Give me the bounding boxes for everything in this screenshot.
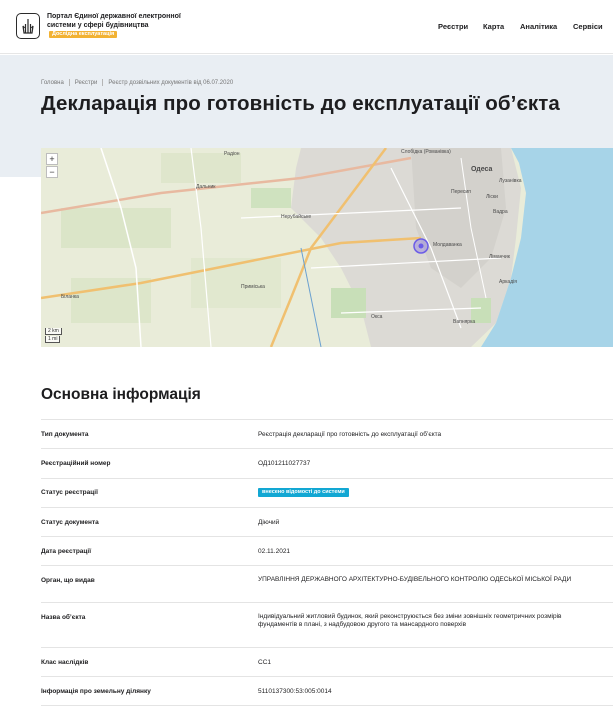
map-scale-km: 2 km [45, 328, 62, 335]
zoom-in-button[interactable]: + [46, 153, 58, 165]
info-row-registration-status: Статус реєстрації внесено відомості до с… [41, 478, 613, 507]
map-view[interactable]: Одеса Слобідка (Романівка) Лузанівка Пер… [41, 148, 613, 347]
row-value: Діючий [258, 519, 280, 526]
breadcrumb-home[interactable]: Головна [41, 80, 64, 86]
row-value: СС1 [258, 659, 272, 666]
portal-name-text: Портал Єдиної державної електронної сист… [47, 13, 181, 29]
svg-text:Одеса: Одеса [471, 166, 492, 173]
row-label: Назва об’єкта [41, 614, 86, 621]
info-row-registration-date: Дата реєстрації 02.11.2021 [41, 536, 613, 565]
svg-text:Приміська: Приміська [241, 284, 265, 290]
row-value: УПРАВЛІННЯ ДЕРЖАВНОГО АРХІТЕКТУРНО-БУДІВ… [258, 576, 572, 583]
portal-name[interactable]: Портал Єдиної державної електронної сист… [47, 13, 187, 39]
top-header: Портал Єдиної державної електронної сист… [0, 0, 613, 54]
beta-badge: Дослідна експлуатація [49, 31, 118, 38]
row-label: Дата реєстрації [41, 548, 92, 555]
svg-text:Нерубайське: Нерубайське [281, 213, 311, 220]
row-label: Тип документа [41, 431, 89, 438]
svg-text:Біланка: Біланка [61, 294, 79, 300]
info-row-registration-number: Реєстраційний номер ОД101211027737 [41, 448, 613, 477]
info-row-consequence-class: Клас наслідків СС1 [41, 647, 613, 676]
map-scale-mi: 1 mi [45, 336, 61, 343]
svg-text:Радіон: Радіон [224, 151, 240, 157]
section-title: Основна інформація [41, 386, 201, 403]
row-value: 02.11.2021 [258, 548, 291, 555]
row-value: внесено відомості до системи [258, 488, 598, 497]
svg-text:Лузанівка: Лузанівка [499, 178, 522, 184]
info-row-issuing-authority: Орган, що видав УПРАВЛІННЯ ДЕРЖАВНОГО АР… [41, 565, 613, 602]
row-value: 5110137300:53:005:0014 [258, 688, 332, 695]
svg-text:Молдаванка: Молдаванка [433, 242, 462, 248]
svg-text:Дальник: Дальник [196, 184, 216, 190]
svg-text:Пересип: Пересип [451, 189, 471, 195]
breadcrumb: Головна Реєстри Реєстр дозвільних документ… [41, 79, 233, 86]
nav-services[interactable]: Сервіси [573, 22, 603, 31]
row-label: Реєстраційний номер [41, 460, 111, 467]
zoom-out-button[interactable]: − [46, 166, 58, 178]
info-row-object-name: Назва об’єкта Індивідуальний житловий бу… [41, 602, 613, 647]
row-value: ОД101211027737 [258, 460, 311, 467]
row-value: Реєстрація декларації про готовність до … [258, 431, 442, 438]
info-row-document-type: Тип документа Реєстрація декларації про … [41, 419, 613, 447]
status-badge: внесено відомості до системи [258, 488, 349, 497]
row-value: Індивідуальний житловий будинок, який ре… [258, 613, 562, 628]
map-canvas: Одеса Слобідка (Романівка) Лузанівка Пер… [41, 148, 613, 347]
svg-text:Ліманчик: Ліманчик [489, 254, 511, 260]
breadcrumb-current: Реєстр дозвільних документів від 06.07.2… [108, 80, 234, 87]
trident-logo-icon[interactable] [16, 13, 40, 39]
svg-text:Окса: Окса [371, 314, 383, 320]
info-row-document-status: Статус документа Діючий [41, 507, 613, 536]
info-row-land-plot: Інформація про земельну ділянку 51101373… [41, 676, 613, 706]
nav-analytics[interactable]: Аналітика [520, 22, 557, 31]
page-title: Декларація про готовність до експлуатаці… [41, 92, 560, 115]
breadcrumb-separator [102, 79, 104, 86]
svg-text:Вапнярка: Вапнярка [453, 319, 475, 325]
row-label: Клас наслідків [41, 659, 89, 666]
svg-text:Слобідка (Романівка): Слобідка (Романівка) [401, 149, 451, 155]
nav-map[interactable]: Карта [483, 22, 504, 31]
row-label: Інформація про земельну ділянку [41, 688, 151, 695]
breadcrumb-registries[interactable]: Реєстри [75, 80, 98, 86]
row-label: Орган, що видав [41, 577, 95, 584]
row-label: Статус документа [41, 519, 99, 526]
svg-text:Ліски: Ліски [486, 194, 498, 200]
nav-registries[interactable]: Реєстри [438, 22, 468, 31]
row-label: Статус реєстрації [41, 489, 98, 496]
svg-text:Аркадія: Аркадія [499, 279, 517, 285]
breadcrumb-separator [68, 79, 70, 86]
svg-text:Вадра: Вадра [493, 209, 508, 215]
